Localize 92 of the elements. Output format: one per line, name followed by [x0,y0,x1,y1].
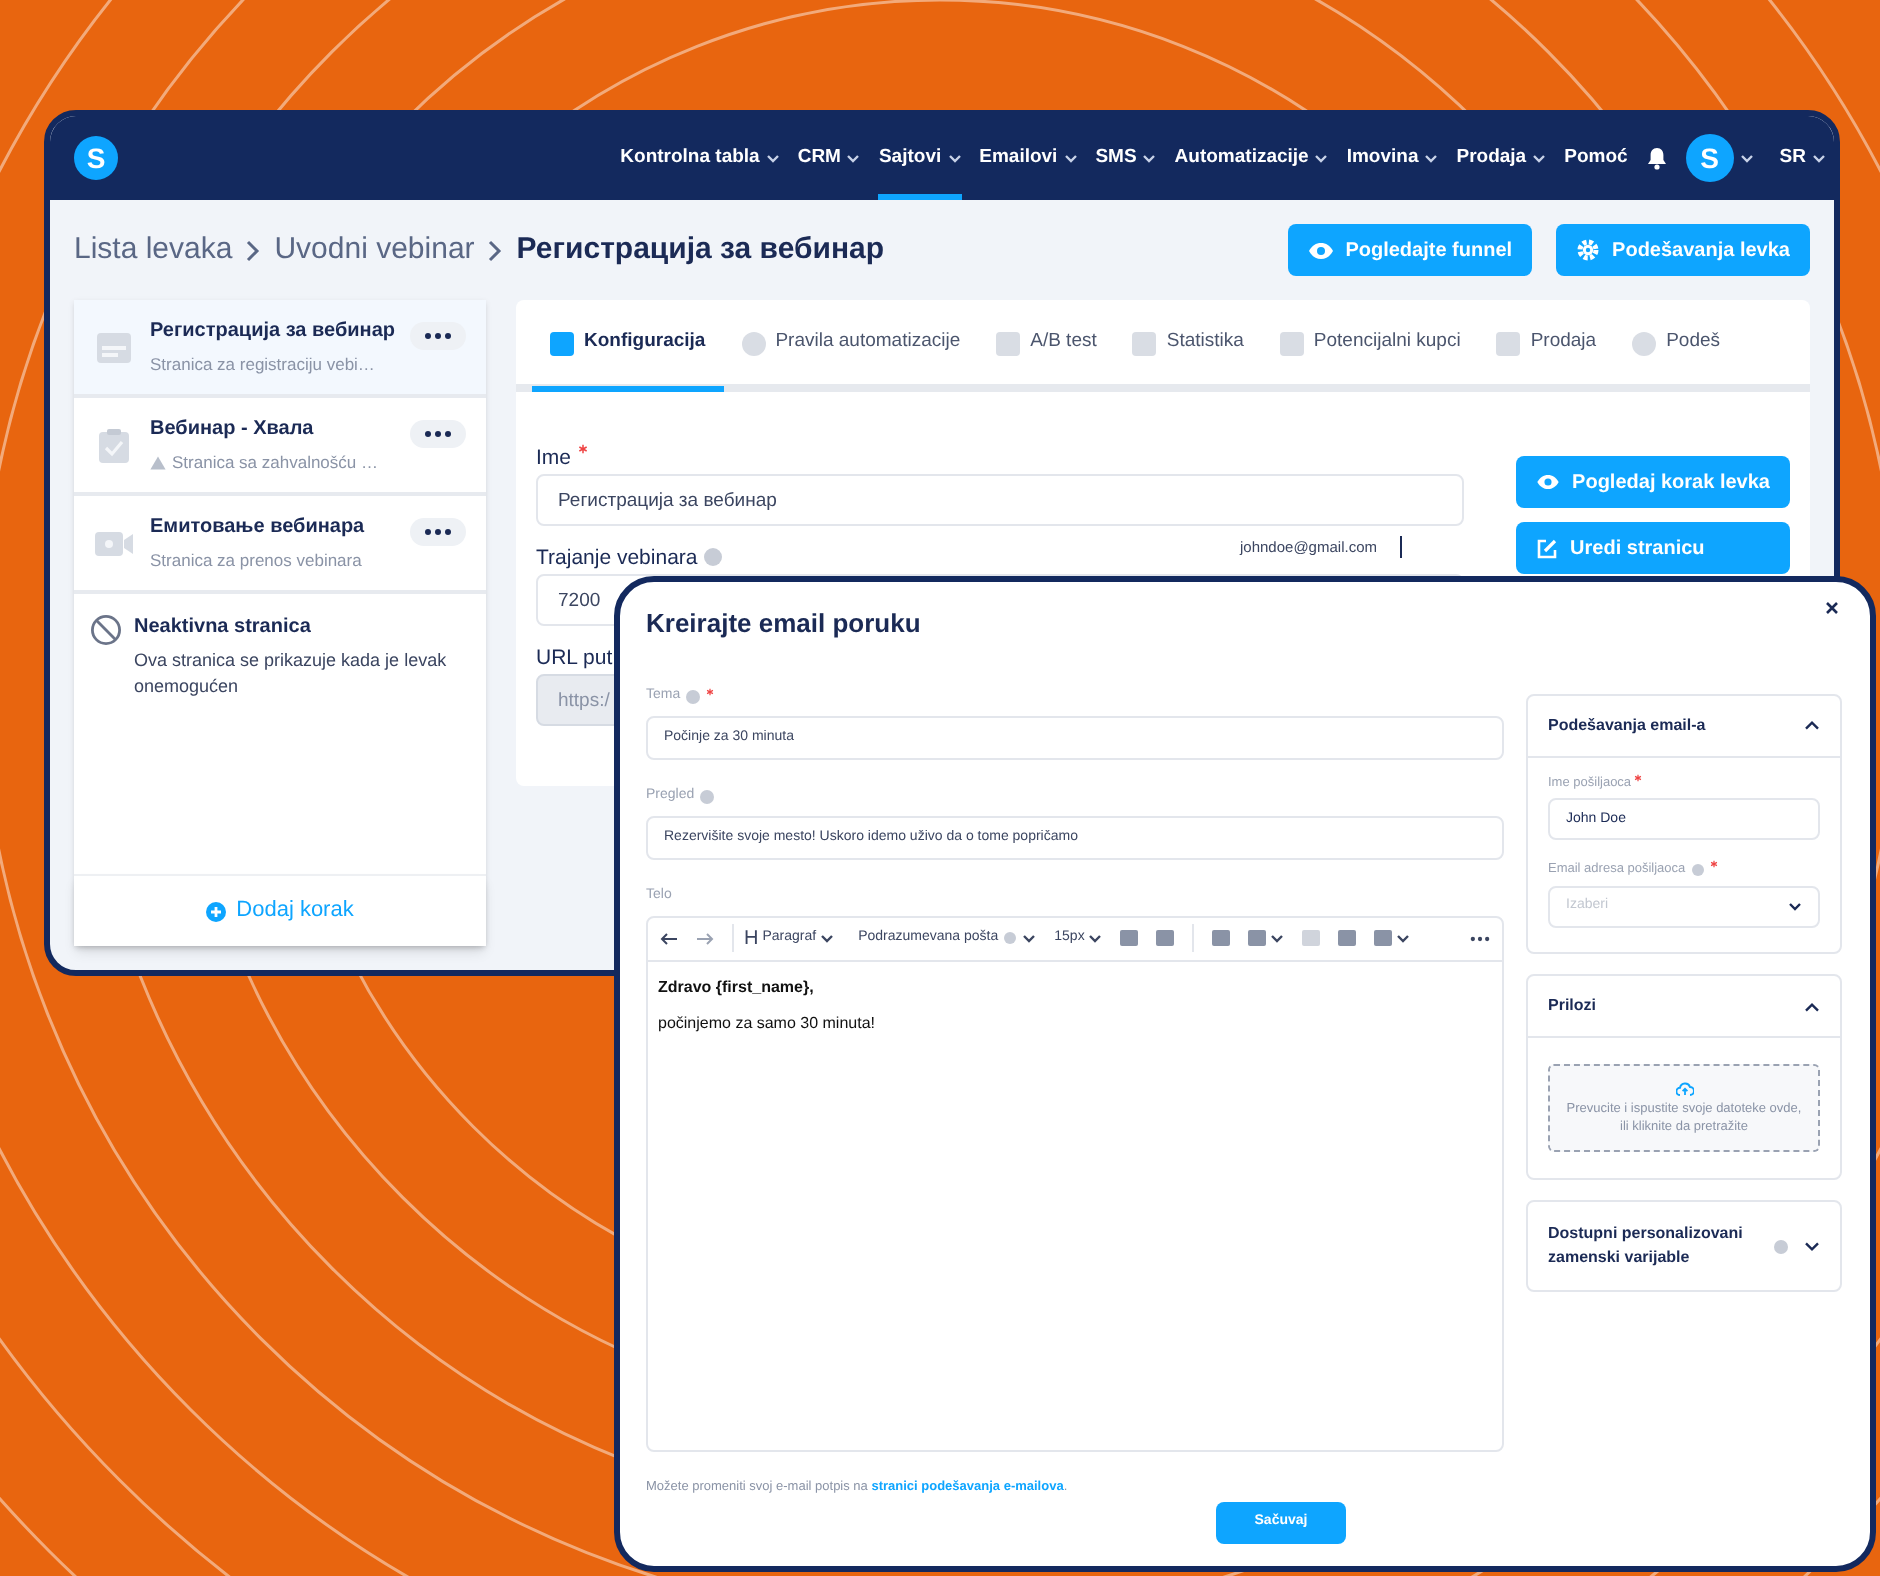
caret-icon [1063,153,1078,163]
tab-icon [996,331,1021,355]
gear-icon [1576,238,1601,262]
help-icon [1004,932,1017,944]
step-title: Neaktivna stranica [134,614,313,642]
funnel-step[interactable]: Регистрација за вебинар Stranica za registraciju vebi… [74,300,486,398]
redo-icon[interactable] [696,931,714,945]
nav-item[interactable]: Pomoć [1564,116,1628,200]
nav-item[interactable]: Emailovi [979,116,1078,200]
breadcrumb-item[interactable]: Uvodni vebinar [274,227,475,273]
caret-icon [1532,153,1547,163]
nav-item[interactable]: Sajtovi [878,116,962,200]
more-button[interactable] [410,517,466,545]
tab[interactable]: Konfiguracija [532,300,724,392]
step-subtitle: Ova stranica se prikazuje kada je levak onemogućen [134,648,449,700]
clipboard-check-icon [98,427,130,463]
field-label: URL put [536,645,613,669]
more-button[interactable] [410,419,466,447]
more-icon [424,429,452,437]
more-icon [424,331,452,339]
body-text-line: počinjemo za samo 30 minuta! [658,1011,877,1035]
chevron-down-icon[interactable] [1804,1241,1820,1251]
more-button[interactable] [410,321,466,349]
nav-item[interactable]: Automatizacije [1174,116,1329,200]
caret-icon [1270,933,1285,943]
tab[interactable]: Potencijalni kupci [1261,300,1479,392]
nav-item[interactable]: Imovina [1346,116,1439,200]
tab-icon [550,331,574,355]
video-camera-icon [94,529,134,557]
tab-icon [1632,331,1657,355]
tab[interactable]: Prodaja [1478,300,1615,392]
field-label: Ime [536,445,572,469]
panel-title: Prilozi [1548,994,1599,1018]
close-icon[interactable] [1826,602,1838,614]
caret-icon [765,153,780,163]
edit-icon [1536,537,1559,559]
tab[interactable]: A/B test [978,300,1115,392]
caret-icon [1739,153,1754,163]
eye-icon [1307,241,1334,259]
tab-icon [1279,331,1304,355]
chevron-up-icon[interactable] [1804,1001,1820,1011]
tab-icon [1132,331,1157,355]
step-subtitle: Stranica za prenos vebinara [150,548,362,574]
plus-circle-icon [206,901,227,921]
body-text-line: Zdravo {first_name}, [658,975,816,999]
bell-icon[interactable] [1645,146,1668,170]
step-title: Регистрација за вебинар [150,318,394,347]
caret-icon [1088,933,1103,943]
nav-item[interactable]: Prodaja [1456,116,1547,200]
chevron-up-icon[interactable] [1804,720,1820,730]
step-title: Вебинар - Хвала [150,416,316,445]
step-subtitle: Stranica sa zahvalnošću … [172,450,378,476]
caret-icon [846,153,861,163]
text-field[interactable]: Регистрација за вебинар [536,474,1465,526]
step-title: Емитовање вебинара [150,514,367,543]
eye-icon [1536,474,1561,490]
funnel-step[interactable]: Вебинар - Хвала Stranica sa zahvalnošću … [74,398,486,496]
panel-title: Dostupni personalizovani zamenski varijable [1548,1222,1745,1270]
caret-icon [1424,153,1439,163]
tab[interactable]: Podeš [1614,300,1739,392]
caret-icon [1142,153,1157,163]
field-label: Trajanje vebinara [536,545,698,569]
step-subtitle: Stranica za registraciju vebi… [150,352,375,378]
panel-title: Podešavanja email-a [1548,713,1708,737]
more-icon [424,527,452,535]
warning-icon [150,456,166,470]
caret-icon [1788,902,1802,912]
caret-icon [947,153,962,163]
funnel-step[interactable]: Емитовање вебинара Stranica za prenos vebinara [74,496,486,594]
nav-item[interactable]: SMS [1095,116,1157,200]
upload-cloud-icon [1675,1081,1693,1095]
form-page-icon [96,331,132,363]
breadcrumb-item: Регистрација за вебинар [516,229,885,270]
tab[interactable]: Pravila automatizacije [723,300,979,392]
caret-icon [1314,153,1329,163]
caret-icon [1022,933,1037,943]
language-selector[interactable]: SR [1779,116,1826,200]
undo-icon[interactable] [660,931,678,945]
tab-icon [741,331,766,355]
nav-item[interactable]: CRM [797,116,861,200]
caret-icon [820,933,835,943]
breadcrumb-item[interactable]: Lista levaka [74,227,233,273]
more-tools-icon [1470,935,1490,941]
nav-item[interactable]: Kontrolna tabla [620,116,780,200]
tab[interactable]: Statistika [1114,300,1262,392]
chevron-right-icon [246,239,261,261]
caret-icon [1812,153,1826,163]
chevron-right-icon [488,239,503,261]
dialog-title: Kreirajte email poruku [646,606,921,642]
caret-icon [1396,933,1411,943]
disabled-icon [90,614,122,646]
tab-icon [1496,331,1521,355]
